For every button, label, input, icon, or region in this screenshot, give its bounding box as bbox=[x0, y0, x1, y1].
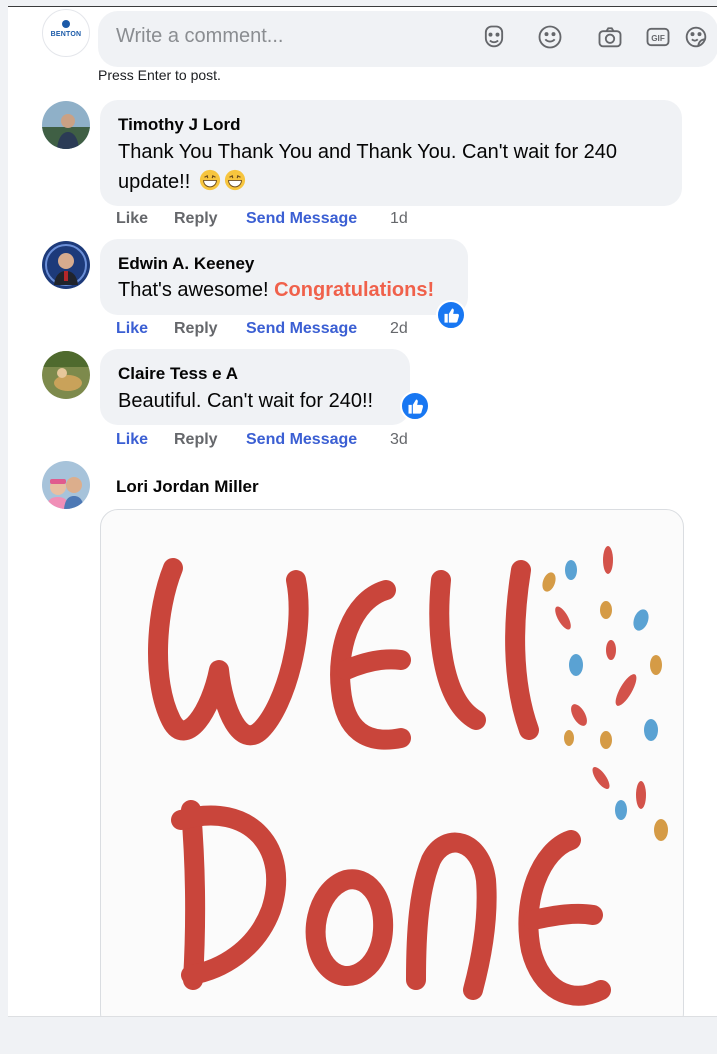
letter-e-stroke bbox=[336, 649, 411, 680]
comment-bubble: Claire Tess e A Beautiful. Can't wait fo… bbox=[100, 349, 410, 425]
highlighted-word: Congratulations bbox=[274, 279, 428, 301]
profile-photo-icon bbox=[42, 461, 90, 509]
send-message-button[interactable]: Send Message bbox=[246, 210, 357, 228]
comment-author[interactable]: Edwin A. Keeney bbox=[118, 254, 254, 274]
comment-author[interactable]: Lori Jordan Miller bbox=[116, 477, 259, 497]
grinning-face-icon bbox=[224, 169, 245, 191]
press-enter-hint: Press Enter to post. bbox=[98, 67, 221, 83]
letter-e-stroke bbox=[523, 903, 603, 930]
like-button[interactable]: Like bbox=[116, 320, 148, 338]
comment-bubble: Timothy J Lord Thank You Thank You and T… bbox=[100, 100, 682, 206]
comment-timestamp[interactable]: 3d bbox=[390, 431, 408, 449]
letter-n-stroke bbox=[406, 832, 497, 1000]
profile-photo-icon bbox=[42, 101, 90, 149]
gif-attachment[interactable] bbox=[100, 509, 684, 1017]
like-icon bbox=[444, 308, 459, 323]
like-reaction-badge[interactable] bbox=[400, 391, 430, 421]
sticker-icon[interactable] bbox=[682, 23, 710, 51]
comment-text-punctuation: ! bbox=[427, 279, 435, 301]
benton-logo-text: BENTON bbox=[50, 31, 82, 38]
grinning-face-icon bbox=[199, 169, 220, 191]
sticker-face-icon[interactable] bbox=[480, 23, 508, 51]
emoji-icon[interactable] bbox=[536, 23, 564, 51]
comment-text: Thank You Thank You and Thank You. Can't… bbox=[118, 141, 618, 163]
letter-l-stroke bbox=[505, 560, 539, 740]
comment-placeholder: Write a comment... bbox=[116, 25, 284, 47]
send-message-button[interactable]: Send Message bbox=[246, 320, 357, 338]
comment-timestamp[interactable]: 2d bbox=[390, 320, 408, 338]
reply-button[interactable]: Reply bbox=[174, 320, 218, 338]
confetti-dots bbox=[542, 546, 668, 841]
reply-button[interactable]: Reply bbox=[174, 210, 218, 228]
like-icon bbox=[408, 399, 423, 414]
avatar[interactable] bbox=[42, 461, 90, 509]
like-reaction-badge[interactable] bbox=[436, 300, 466, 330]
benton-logo-icon bbox=[62, 20, 70, 28]
comment-timestamp[interactable]: 1d bbox=[390, 210, 408, 228]
well-done-gif bbox=[148, 546, 668, 1006]
comment-author[interactable]: Claire Tess e A bbox=[118, 364, 238, 384]
send-message-button[interactable]: Send Message bbox=[246, 431, 357, 449]
comment-author[interactable]: Timothy J Lord bbox=[118, 115, 240, 135]
svg-text:GIF: GIF bbox=[651, 34, 665, 43]
avatar[interactable] bbox=[42, 241, 90, 289]
letter-o-stroke bbox=[305, 869, 394, 986]
like-button[interactable]: Like bbox=[116, 431, 148, 449]
avatar[interactable] bbox=[42, 351, 90, 399]
letter-w-stroke bbox=[148, 558, 309, 746]
camera-icon[interactable] bbox=[596, 23, 624, 51]
like-button[interactable]: Like bbox=[116, 210, 148, 228]
comments-panel: BENTON Write a comment... GIF Press Ente… bbox=[8, 6, 717, 1017]
bottom-bar bbox=[8, 1016, 717, 1054]
profile-photo-icon bbox=[42, 241, 90, 289]
comment-bubble: Edwin A. Keeney That's awesome! Congratu… bbox=[100, 239, 468, 315]
profile-photo-icon bbox=[42, 351, 90, 399]
letter-d-stroke bbox=[181, 800, 206, 990]
comment-input[interactable]: Write a comment... GIF bbox=[98, 11, 717, 67]
avatar[interactable] bbox=[42, 101, 90, 149]
comment-text: Beautiful. Can't wait for 240!! bbox=[118, 390, 374, 412]
reply-button[interactable]: Reply bbox=[174, 431, 218, 449]
gif-icon[interactable]: GIF bbox=[644, 23, 672, 51]
current-user-avatar[interactable]: BENTON bbox=[42, 9, 90, 57]
comment-text: update!! bbox=[118, 171, 191, 193]
letter-l-stroke bbox=[429, 570, 486, 730]
comment-text: That's awesome! bbox=[118, 279, 275, 301]
